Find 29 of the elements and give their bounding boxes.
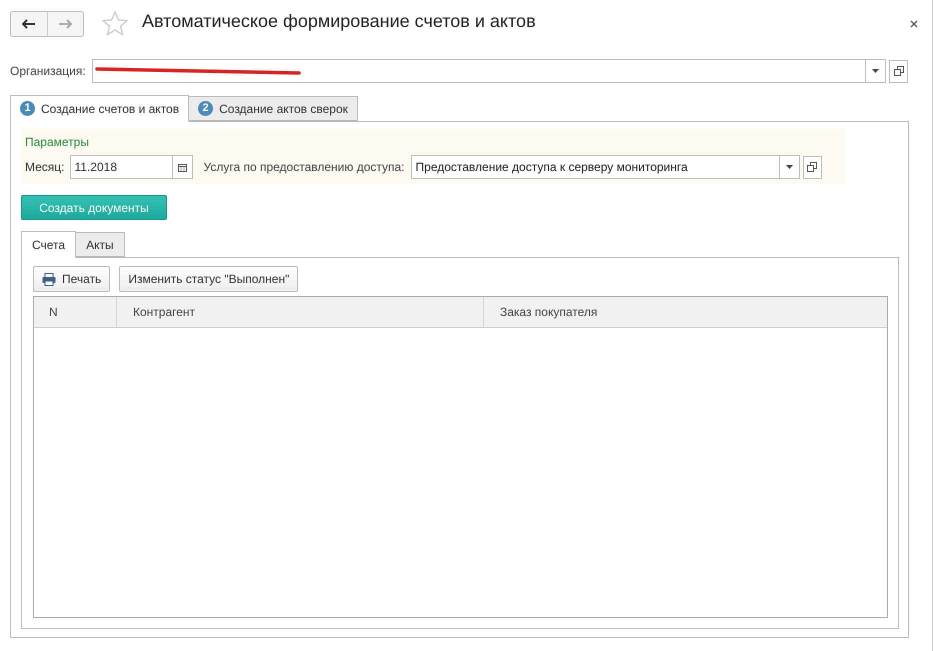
column-header[interactable]: Заказ покупателя [484,297,887,327]
open-window-icon [894,66,904,76]
month-field[interactable]: 11.2018 [70,155,193,179]
print-button[interactable]: Печать [33,266,110,292]
tab[interactable]: Счета [21,231,76,258]
service-field[interactable]: Предоставление доступа к серверу мониторинга [410,155,800,179]
star-icon[interactable] [102,11,128,36]
close-icon[interactable] [910,20,918,28]
organization-field[interactable] [92,59,886,83]
printer-icon [42,272,56,286]
parameters-title: Параметры [25,135,90,149]
dropdown-caret-icon [786,165,793,169]
month-label: Месяц: [25,159,65,176]
status-button[interactable]: Изменить статус "Выполнен" [119,266,298,292]
back-arrow-icon [22,18,36,28]
column-header[interactable]: N [34,297,117,327]
window-title: Автоматическое формирование счетов и актов [142,10,536,33]
service-label: Услуга по предоставлению доступа: [204,159,405,176]
organization-label: Организация: [10,63,86,80]
open-button[interactable] [889,60,908,82]
tab[interactable]: 1 Создание счетов и актов [10,95,190,122]
tab[interactable]: 2 Создание актов сверок [188,96,358,121]
dropdown-caret-icon [872,69,879,73]
tab[interactable]: Акты [75,232,125,257]
open-button[interactable] [802,156,822,178]
column-header[interactable]: Контрагент [117,297,484,327]
forward-arrow-icon [58,18,72,28]
calendar-icon [178,162,187,172]
open-window-icon [807,162,818,172]
